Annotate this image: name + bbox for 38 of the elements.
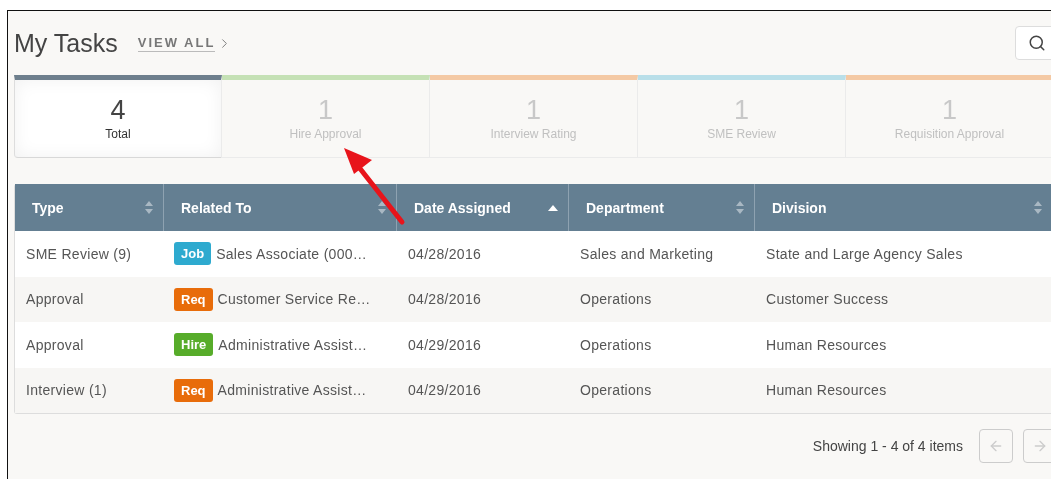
tile-count: 4 bbox=[110, 97, 126, 123]
column-header[interactable]: Division bbox=[755, 184, 1051, 231]
table-cell: Administrative Assist… bbox=[218, 336, 368, 353]
page-title: My Tasks bbox=[14, 28, 118, 58]
tag-label: Job bbox=[174, 242, 212, 266]
table-cell-text: 04/29/2016 bbox=[407, 335, 483, 355]
summary-tile[interactable]: 4 Total bbox=[14, 75, 222, 158]
pagination-summary: Showing 1 - 4 of 4 items bbox=[812, 438, 963, 454]
view-all-link[interactable]: VIEW ALL bbox=[137, 34, 233, 52]
tag-label: Hire bbox=[174, 333, 214, 357]
table-cell-text: Approval bbox=[25, 335, 85, 355]
table-cell: Customer Service Re… bbox=[217, 291, 371, 308]
table-cell-text: Human Resources bbox=[765, 381, 888, 401]
tag-label: Req bbox=[174, 287, 213, 311]
table-cell-text: 04/28/2016 bbox=[407, 244, 483, 264]
table-cell-text: 04/29/2016 bbox=[407, 381, 483, 401]
table-cell: Administrative Assist… bbox=[217, 382, 367, 399]
table-cell-text: State and Large Agency Sales bbox=[765, 244, 964, 264]
table-cell: Sales Associate (000… bbox=[216, 245, 368, 262]
search-button[interactable] bbox=[1015, 26, 1051, 60]
table-cell-text: Interview (1) bbox=[25, 381, 108, 401]
tile-label: SME Review bbox=[707, 127, 776, 141]
table-cell-text: Operations bbox=[579, 335, 653, 355]
tile-label: Requisition Approval bbox=[894, 127, 1005, 141]
table-cell-text: Operations bbox=[579, 381, 653, 401]
table-cell-text: Approval bbox=[25, 290, 85, 310]
table-cell-text: SME Review (9) bbox=[25, 244, 133, 264]
table-cell-text: 04/28/2016 bbox=[407, 290, 483, 310]
table-cell-text: Sales and Marketing bbox=[579, 244, 715, 264]
table-cell-text: Human Resources bbox=[765, 335, 888, 355]
search-icon bbox=[1028, 34, 1046, 52]
tile-label: Interview Rating bbox=[490, 127, 577, 141]
table-cell-text: Customer Success bbox=[765, 290, 890, 310]
tile-label: Total bbox=[105, 127, 131, 141]
table-cell-text: Operations bbox=[579, 290, 653, 310]
tag-label: Req bbox=[174, 378, 213, 402]
tile-label: Hire Approval bbox=[289, 127, 362, 141]
arrow-right-icon bbox=[1032, 438, 1048, 454]
